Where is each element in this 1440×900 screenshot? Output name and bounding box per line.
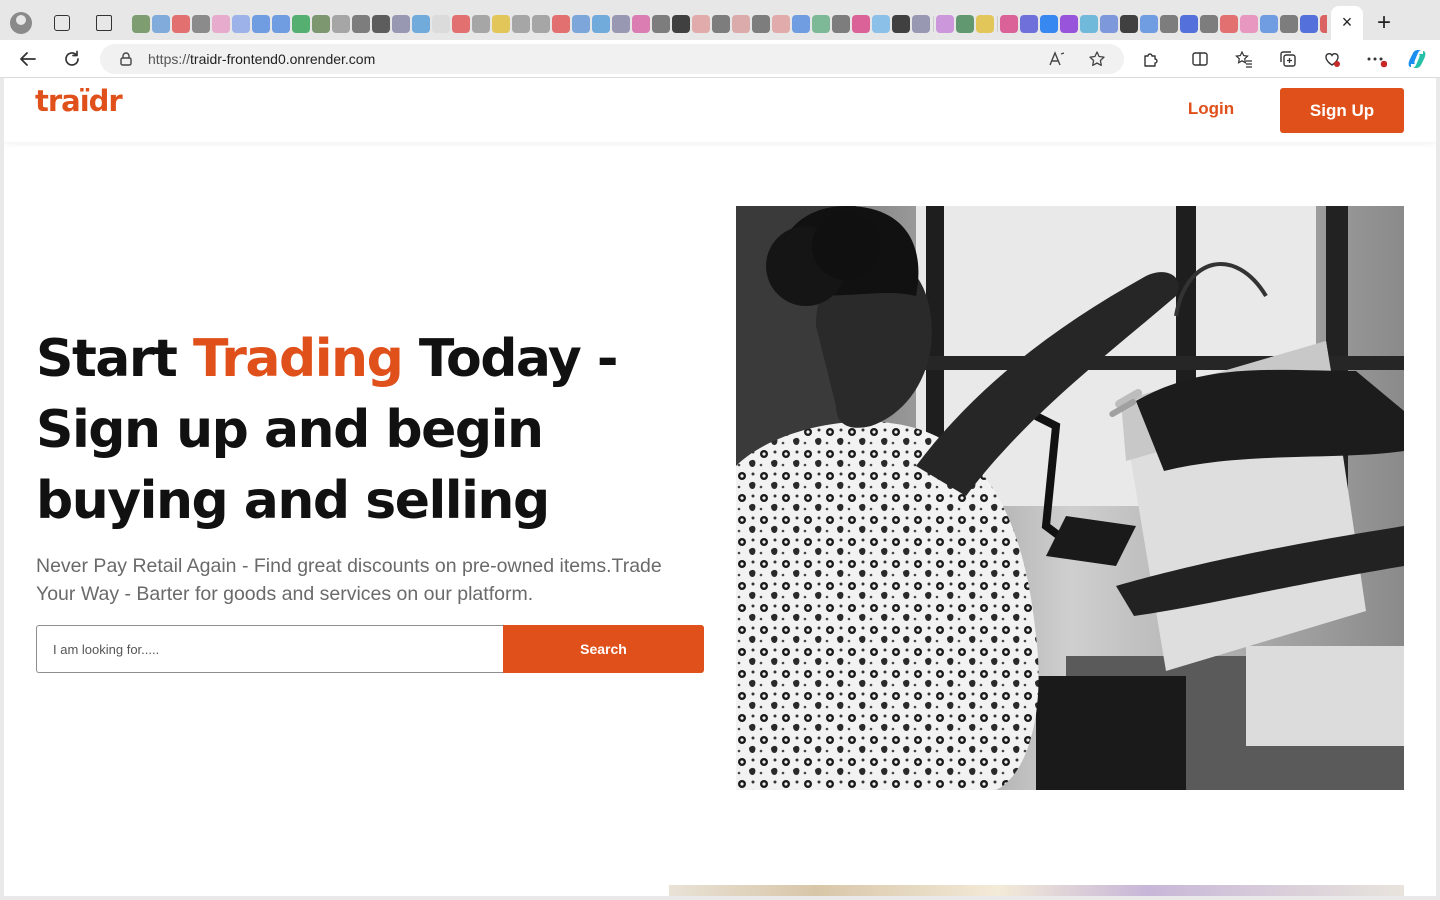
pinned-tab-favicon-icon[interactable] bbox=[752, 15, 770, 33]
pinned-tab-favicon-icon[interactable] bbox=[892, 15, 910, 33]
profile-icon[interactable] bbox=[10, 12, 32, 34]
pinned-tab-favicon-icon[interactable] bbox=[1120, 15, 1138, 33]
pinned-tab-favicon-icon[interactable] bbox=[1100, 15, 1118, 33]
pinned-tab-favicon-icon[interactable] bbox=[372, 15, 390, 33]
pinned-tab-favicon-icon[interactable] bbox=[272, 15, 290, 33]
hero-search: Search bbox=[36, 625, 704, 673]
favorites-icon[interactable] bbox=[1232, 47, 1256, 71]
tab-actions-icon[interactable] bbox=[96, 15, 112, 31]
pinned-tab-favicon-icon[interactable] bbox=[492, 15, 510, 33]
pinned-tab-favicon-icon[interactable] bbox=[1080, 15, 1098, 33]
headline-accent: Trading bbox=[193, 329, 404, 389]
extensions-icon[interactable] bbox=[1139, 47, 1163, 71]
hero-image bbox=[736, 206, 1404, 790]
lock-icon[interactable] bbox=[118, 51, 134, 67]
web-page: traïdr Login Sign Up Start Trading Today… bbox=[4, 78, 1436, 896]
pinned-tab-favicon-icon[interactable] bbox=[172, 15, 190, 33]
pinned-tab-favicon-icon[interactable] bbox=[432, 15, 450, 33]
pinned-tab-favicon-icon[interactable] bbox=[672, 15, 690, 33]
pinned-tab-favicon-icon[interactable] bbox=[1140, 15, 1158, 33]
pinned-tab-favicon-icon[interactable] bbox=[772, 15, 790, 33]
pinned-tab-favicon-icon[interactable] bbox=[532, 15, 550, 33]
pinned-tab-favicon-icon[interactable] bbox=[412, 15, 430, 33]
pinned-tab-favicon-icon[interactable] bbox=[292, 15, 310, 33]
pinned-tab-favicon-icon[interactable] bbox=[192, 15, 210, 33]
pinned-tab-favicon-icon[interactable] bbox=[1020, 15, 1038, 33]
pinned-tab-favicon-icon[interactable] bbox=[332, 15, 350, 33]
tab-separator bbox=[997, 16, 998, 32]
pinned-tab-favicon-icon[interactable] bbox=[232, 15, 250, 33]
back-arrow-icon[interactable] bbox=[16, 47, 40, 71]
pinned-tab-favicon-icon[interactable] bbox=[632, 15, 650, 33]
pinned-tab-favicon-icon[interactable] bbox=[1280, 15, 1298, 33]
pinned-tab-favicon-icon[interactable] bbox=[956, 15, 974, 33]
pinned-tab-favicon-icon[interactable] bbox=[472, 15, 490, 33]
pinned-tab-favicon-icon[interactable] bbox=[832, 15, 850, 33]
pinned-tab-favicon-icon[interactable] bbox=[1060, 15, 1078, 33]
search-button[interactable]: Search bbox=[503, 625, 704, 673]
plus-icon[interactable]: + bbox=[1373, 11, 1395, 35]
pinned-tab-favicon-icon[interactable] bbox=[1040, 15, 1058, 33]
pinned-tab-favicon-icon[interactable] bbox=[612, 15, 630, 33]
more-options-icon[interactable] bbox=[1364, 47, 1388, 71]
split-screen-icon[interactable] bbox=[1188, 47, 1212, 71]
browser-essentials-icon[interactable] bbox=[1320, 47, 1344, 71]
pinned-tab-favicon-icon[interactable] bbox=[1160, 15, 1178, 33]
refresh-icon[interactable] bbox=[60, 47, 84, 71]
pinned-tab-favicon-icon[interactable] bbox=[572, 15, 590, 33]
pinned-tab-favicon-icon[interactable] bbox=[512, 15, 530, 33]
url-text[interactable]: https://traidr-frontend0.onrender.com bbox=[148, 51, 375, 67]
pinned-tab-favicon-icon[interactable] bbox=[1320, 15, 1327, 33]
pinned-tab-favicon-icon[interactable] bbox=[872, 15, 890, 33]
secondary-image bbox=[669, 885, 1404, 896]
pinned-tab-favicon-icon[interactable] bbox=[1260, 15, 1278, 33]
headline-text: Start bbox=[36, 329, 194, 389]
login-link[interactable]: Login bbox=[1170, 99, 1252, 119]
pinned-tabs-strip[interactable] bbox=[132, 14, 1327, 34]
tab-separator bbox=[933, 16, 934, 32]
pinned-tab-favicon-icon[interactable] bbox=[1300, 15, 1318, 33]
pinned-tab-favicon-icon[interactable] bbox=[732, 15, 750, 33]
pinned-tab-favicon-icon[interactable] bbox=[152, 15, 170, 33]
pinned-tab-favicon-icon[interactable] bbox=[1240, 15, 1258, 33]
browser-tab-strip: × + bbox=[0, 0, 1440, 40]
pinned-tab-favicon-icon[interactable] bbox=[592, 15, 610, 33]
pinned-tab-favicon-icon[interactable] bbox=[812, 15, 830, 33]
read-aloud-icon[interactable] bbox=[1046, 48, 1068, 70]
copilot-icon[interactable] bbox=[1405, 47, 1429, 71]
pinned-tab-favicon-icon[interactable] bbox=[1220, 15, 1238, 33]
pinned-tab-favicon-icon[interactable] bbox=[252, 15, 270, 33]
close-icon[interactable]: × bbox=[1337, 12, 1357, 32]
pinned-tab-favicon-icon[interactable] bbox=[652, 15, 670, 33]
pinned-tab-favicon-icon[interactable] bbox=[912, 15, 930, 33]
browser-toolbar: https://traidr-frontend0.onrender.com bbox=[0, 40, 1440, 78]
site-logo[interactable]: traïdr bbox=[35, 84, 123, 118]
pinned-tab-favicon-icon[interactable] bbox=[976, 15, 994, 33]
pinned-tab-favicon-icon[interactable] bbox=[132, 15, 150, 33]
hero-photo-illustration bbox=[736, 206, 1404, 790]
pinned-tab-favicon-icon[interactable] bbox=[1000, 15, 1018, 33]
pinned-tab-favicon-icon[interactable] bbox=[352, 15, 370, 33]
pinned-tab-favicon-icon[interactable] bbox=[852, 15, 870, 33]
address-bar[interactable]: https://traidr-frontend0.onrender.com bbox=[100, 44, 1124, 74]
pinned-tab-favicon-icon[interactable] bbox=[452, 15, 470, 33]
pinned-tab-favicon-icon[interactable] bbox=[312, 15, 330, 33]
site-header: traïdr Login Sign Up bbox=[4, 78, 1436, 142]
collections-icon[interactable] bbox=[1276, 47, 1300, 71]
pinned-tab-favicon-icon[interactable] bbox=[552, 15, 570, 33]
pinned-tab-favicon-icon[interactable] bbox=[392, 15, 410, 33]
favorite-star-icon[interactable] bbox=[1086, 48, 1108, 70]
pinned-tab-favicon-icon[interactable] bbox=[692, 15, 710, 33]
pinned-tab-favicon-icon[interactable] bbox=[212, 15, 230, 33]
search-input[interactable] bbox=[36, 625, 504, 673]
hero-headline: Start Trading Today - Sign up and begin … bbox=[36, 324, 716, 537]
pinned-tab-favicon-icon[interactable] bbox=[936, 15, 954, 33]
pinned-tab-favicon-icon[interactable] bbox=[792, 15, 810, 33]
workspaces-icon[interactable] bbox=[54, 15, 70, 31]
pinned-tab-favicon-icon[interactable] bbox=[1200, 15, 1218, 33]
pinned-tab-favicon-icon[interactable] bbox=[712, 15, 730, 33]
pinned-tab-favicon-icon[interactable] bbox=[1180, 15, 1198, 33]
signup-button[interactable]: Sign Up bbox=[1280, 88, 1404, 133]
hero-subtext: Never Pay Retail Again - Find great disc… bbox=[36, 555, 662, 605]
